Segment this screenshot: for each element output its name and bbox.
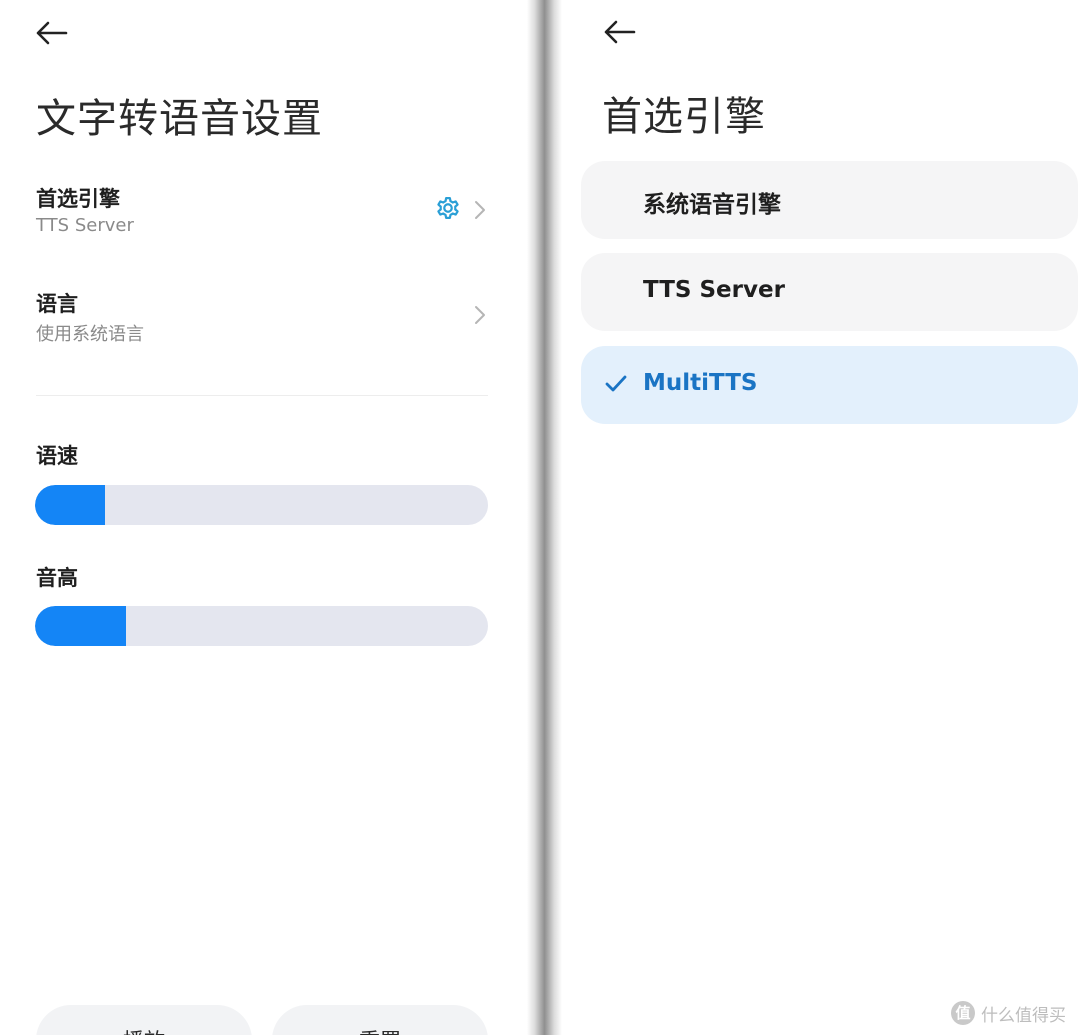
engine-option-label: MultiTTS	[643, 370, 758, 396]
play-button[interactable]: 播放	[36, 1005, 252, 1035]
engine-option-system[interactable]: 系统语音引擎	[581, 161, 1078, 239]
watermark-text: 什么值得买	[981, 1005, 1066, 1026]
preferred-engine-label: 首选引擎	[36, 187, 120, 211]
tts-settings-screen: 文字转语音设置 首选引擎 TTS Server 语言 使用系统语言 语速 音高 …	[0, 0, 527, 1035]
play-button-label: 播放	[36, 1025, 252, 1035]
checkmark-icon	[605, 375, 627, 392]
engine-option-tts-server[interactable]: TTS Server	[581, 253, 1078, 331]
section-divider	[36, 395, 488, 396]
watermark: 值 什么值得买	[951, 999, 1066, 1027]
language-value: 使用系统语言	[36, 324, 144, 345]
speech-rate-slider[interactable]	[35, 485, 488, 525]
reset-button[interactable]: 重置	[272, 1005, 488, 1035]
language-label: 语言	[36, 292, 78, 316]
back-button[interactable]	[602, 19, 650, 59]
screenshot-divider	[527, 0, 562, 1035]
back-arrow-icon	[604, 20, 636, 44]
pitch-slider[interactable]	[35, 606, 488, 646]
speech-rate-label: 语速	[36, 444, 78, 468]
engine-option-label: TTS Server	[643, 277, 785, 303]
page-title: 文字转语音设置	[36, 96, 323, 142]
preferred-engine-row[interactable]: 首选引擎 TTS Server	[36, 183, 492, 253]
back-arrow-icon	[36, 21, 68, 45]
chevron-right-icon	[475, 201, 485, 219]
chevron-right-icon	[475, 306, 485, 324]
gear-icon[interactable]	[434, 194, 462, 222]
page-title: 首选引擎	[602, 94, 766, 140]
language-row[interactable]: 语言 使用系统语言	[36, 288, 492, 358]
pitch-fill	[35, 606, 126, 646]
pitch-label: 音高	[36, 566, 78, 590]
speech-rate-fill	[35, 485, 106, 525]
watermark-logo-icon: 值	[951, 1001, 975, 1025]
engine-option-multitts[interactable]: MultiTTS	[581, 346, 1078, 424]
back-button[interactable]	[34, 20, 82, 60]
engine-option-label: 系统语音引擎	[643, 192, 781, 218]
reset-button-label: 重置	[272, 1025, 488, 1035]
engine-picker-screen: 首选引擎 系统语音引擎 TTS Server MultiTTS 值 什么值得买	[562, 0, 1080, 1035]
preferred-engine-value: TTS Server	[36, 215, 134, 236]
